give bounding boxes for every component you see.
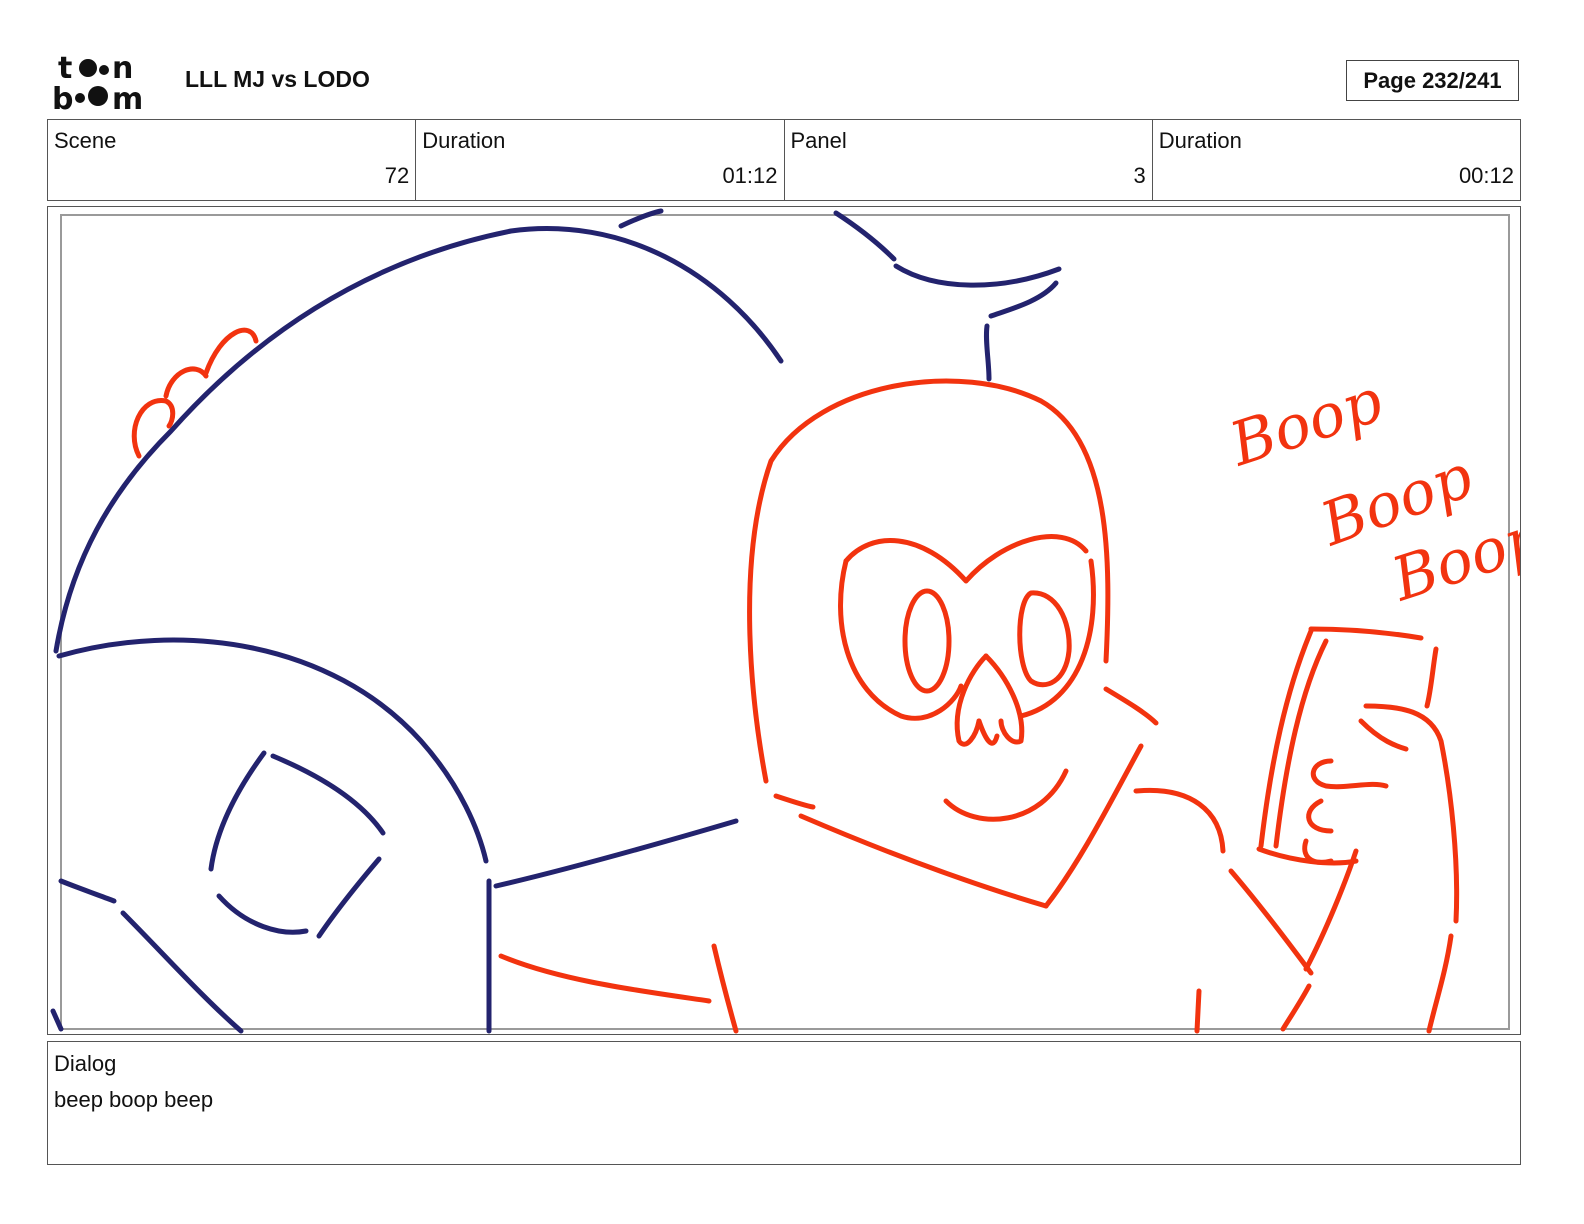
- svg-text:t: t: [58, 52, 72, 86]
- svg-text:b: b: [52, 82, 73, 112]
- project-title: LLL MJ vs LODO: [185, 66, 370, 92]
- panel-value: 3: [1133, 163, 1146, 188]
- scene-duration-value: 01:12: [722, 163, 778, 188]
- scene-info-row: Scene 72 Duration 01:12 Panel 3 Duration…: [47, 119, 1521, 201]
- panel-duration-cell: Duration 00:12: [1153, 120, 1520, 200]
- panel-duration-label: Duration: [1158, 128, 1242, 153]
- storyboard-panel: Boop Boop Boop: [47, 206, 1521, 1035]
- scene-duration-cell: Duration 01:12: [416, 120, 785, 200]
- panel-drawing: Boop Boop Boop: [50, 208, 1520, 1034]
- safe-frame: [60, 214, 1510, 1030]
- dialog-label: Dialog: [54, 1051, 117, 1076]
- dialog-box: Dialog beep boop beep: [47, 1041, 1521, 1165]
- scene-duration-label: Duration: [422, 128, 506, 153]
- handwritten-sfx: Boop Boop Boop: [1221, 366, 1520, 616]
- page-indicator: Page 232/241: [1346, 60, 1519, 101]
- sfx-boop-1: Boop: [1221, 366, 1391, 481]
- scene-label: Scene: [54, 128, 117, 153]
- toon-boom-logo: t n b m: [52, 52, 143, 112]
- dialog-text: beep boop beep: [54, 1087, 214, 1112]
- panel-duration-value: 00:12: [1458, 163, 1514, 188]
- scene-value: 72: [384, 163, 410, 188]
- scene-cell: Scene 72: [48, 120, 417, 200]
- svg-text:m: m: [112, 82, 143, 112]
- panel-label: Panel: [790, 128, 847, 153]
- panel-cell: Panel 3: [785, 120, 1153, 200]
- svg-text:n: n: [112, 52, 133, 86]
